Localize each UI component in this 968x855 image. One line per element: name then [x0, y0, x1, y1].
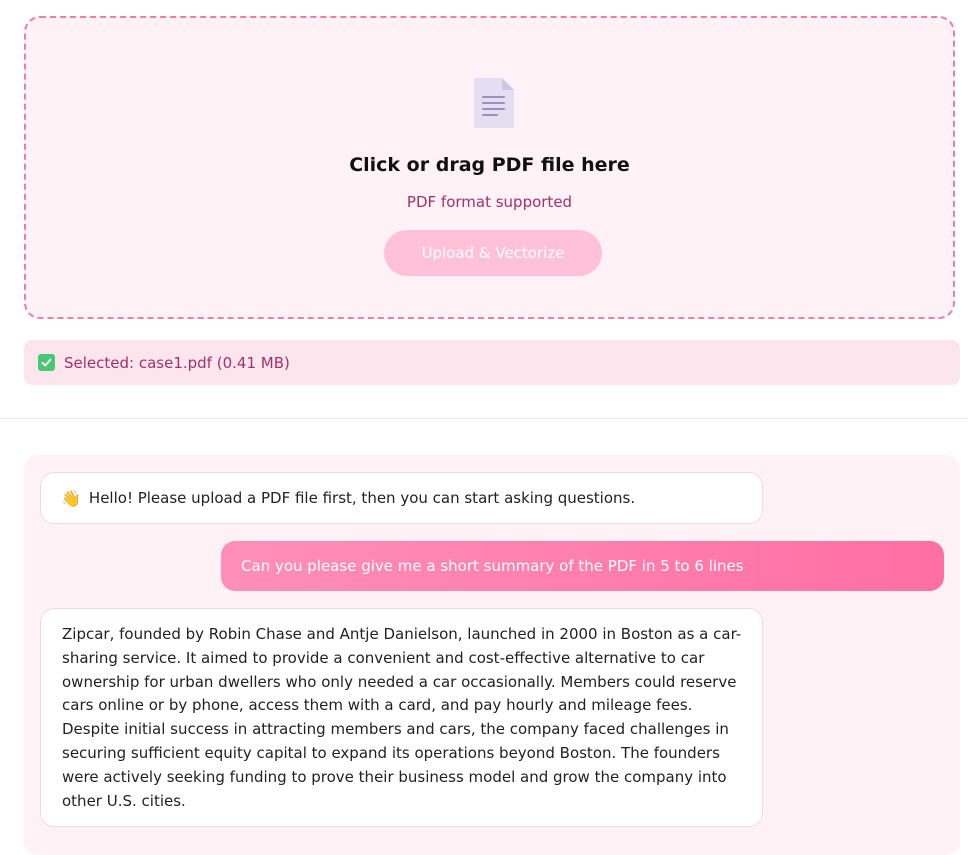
dropzone-title: Click or drag PDF file here	[349, 154, 630, 176]
message-text: Hello! Please upload a PDF file first, t…	[88, 489, 636, 507]
upload-vectorize-button[interactable]: Upload & Vectorize	[384, 230, 602, 276]
user-message: Can you please give me a short summary o…	[221, 541, 944, 591]
chat-messages: 👋 Hello! Please upload a PDF file first,…	[24, 455, 960, 855]
selected-file-status: Selected: case1.pdf (0.41 MB)	[24, 340, 960, 385]
message-text: Zipcar, founded by Robin Chase and Antje…	[62, 625, 742, 810]
document-icon	[474, 78, 514, 128]
bot-message-answer: Zipcar, founded by Robin Chase and Antje…	[40, 608, 763, 827]
check-icon	[38, 354, 55, 371]
message-text: Can you please give me a short summary o…	[241, 557, 744, 575]
section-divider	[0, 418, 968, 419]
bot-message-greeting: 👋 Hello! Please upload a PDF file first,…	[40, 472, 763, 524]
wave-icon: 👋	[61, 488, 81, 508]
selected-file-text: Selected: case1.pdf (0.41 MB)	[64, 353, 290, 372]
dropzone-subtitle: PDF format supported	[406, 193, 573, 211]
pdf-dropzone[interactable]: Click or drag PDF file here PDF format s…	[24, 16, 955, 319]
